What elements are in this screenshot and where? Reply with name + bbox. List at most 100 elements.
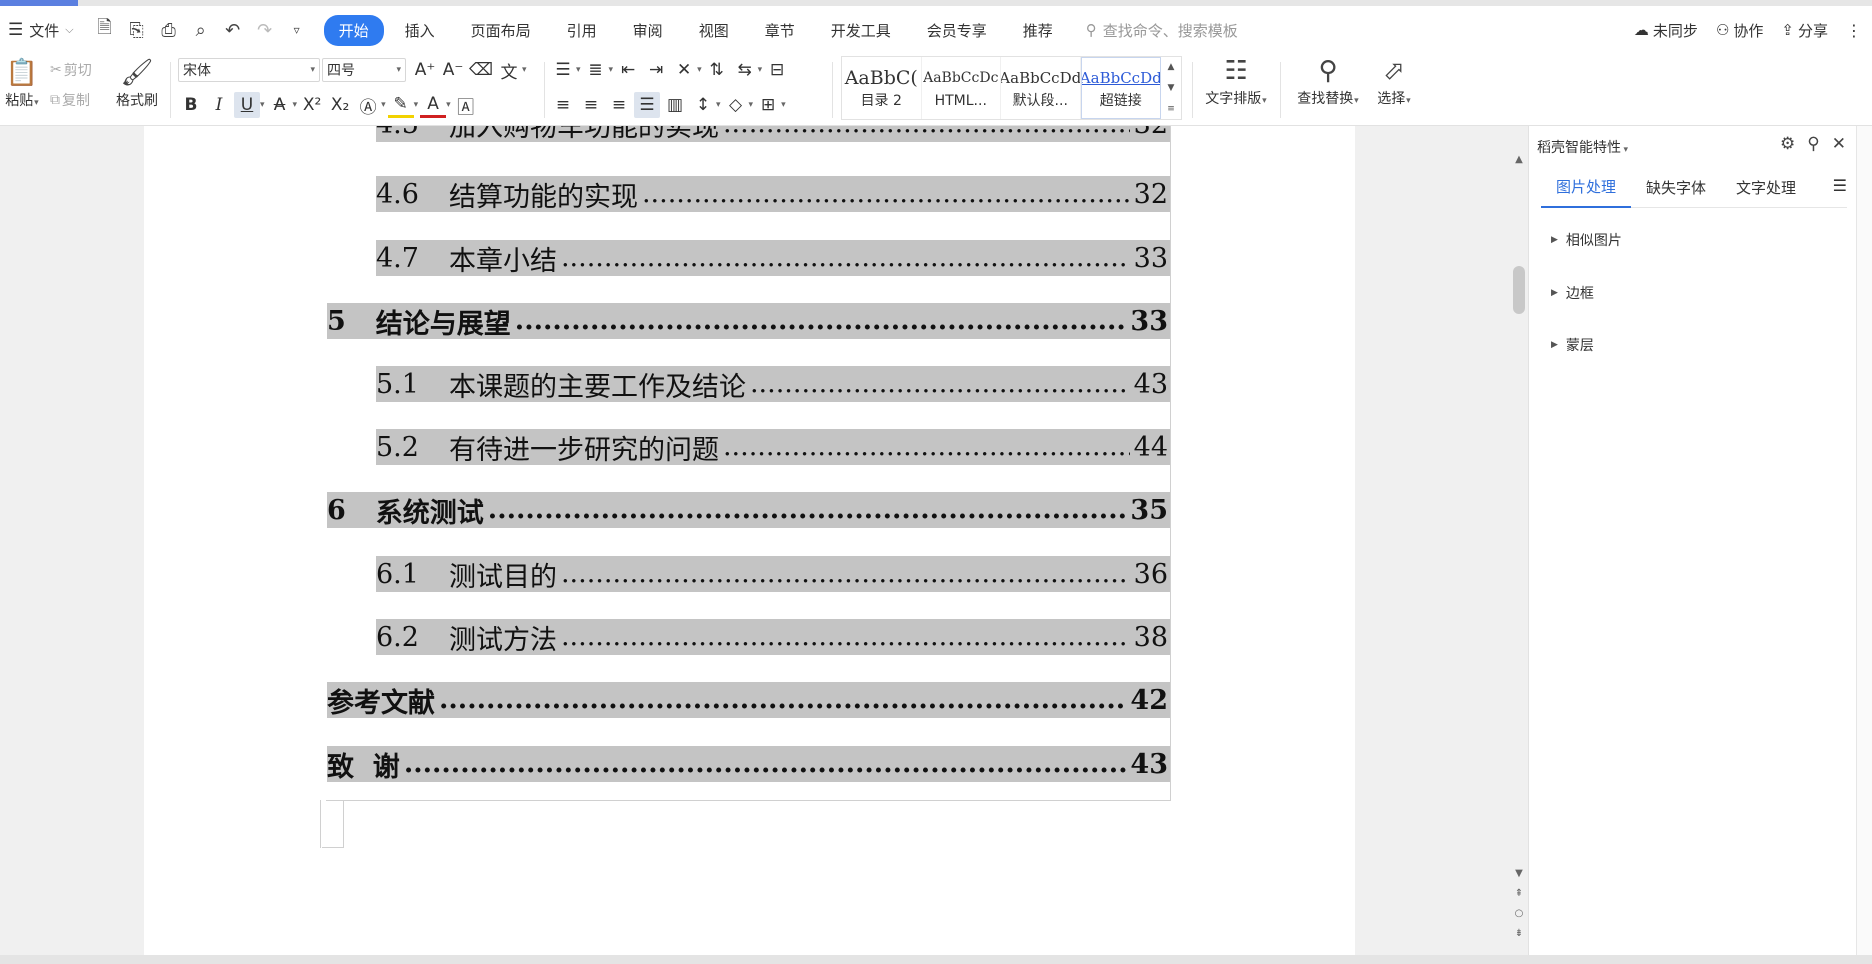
- bold-icon[interactable]: B: [178, 92, 204, 118]
- justify-icon[interactable]: ☰: [634, 92, 660, 118]
- tab-member[interactable]: 会员专享: [912, 15, 1002, 46]
- style-default-paragraph[interactable]: AaBbCcDd 默认段...: [1001, 57, 1081, 119]
- show-marks-icon[interactable]: ⇆: [732, 57, 758, 83]
- align-right-icon[interactable]: ≡: [606, 92, 632, 118]
- tab-recommend[interactable]: 推荐: [1008, 15, 1068, 46]
- collaborate-button[interactable]: ⚇ 协作: [1716, 20, 1763, 41]
- tab-developer[interactable]: 开发工具: [816, 15, 906, 46]
- save-icon[interactable]: 🗎: [94, 15, 116, 45]
- sync-button[interactable]: ☁ 未同步: [1634, 20, 1698, 41]
- print-icon[interactable]: ⎙: [158, 20, 180, 41]
- distributed-icon[interactable]: ▥: [662, 92, 688, 118]
- panel-tab-image[interactable]: 图片处理: [1541, 168, 1632, 208]
- toc-entry[interactable]: 4.7 本章小结 33: [376, 240, 1170, 277]
- paste-button[interactable]: 📋 粘贴 ▾: [2, 58, 42, 110]
- copy-button[interactable]: ⧉ 复制: [50, 90, 90, 110]
- superscript-icon[interactable]: X²: [299, 92, 325, 118]
- format-painter-button[interactable]: 🖌 格式刷: [112, 58, 162, 110]
- tab-review[interactable]: 审阅: [618, 15, 678, 46]
- style-gallery-scroll[interactable]: ▲ ▼ ≡: [1161, 57, 1181, 119]
- tab-stops-icon[interactable]: ⊟: [764, 57, 790, 83]
- share-button[interactable]: ⇪ 分享: [1781, 20, 1828, 41]
- chevron-down-icon[interactable]: ▼: [1168, 83, 1175, 93]
- undo-icon[interactable]: ↶: [222, 20, 244, 41]
- next-page-icon[interactable]: ⇟: [1510, 928, 1528, 939]
- strikethrough-icon[interactable]: A: [267, 92, 293, 118]
- tab-home[interactable]: 开始: [323, 14, 384, 46]
- text-layout-button[interactable]: ☷ 文字排版 ▾: [1198, 56, 1274, 108]
- toc-entry[interactable]: 6.1 测试目的 36: [376, 556, 1170, 593]
- highlight-icon[interactable]: ✎: [387, 92, 414, 118]
- panel-tab-text[interactable]: 文字处理: [1721, 168, 1811, 208]
- shrink-font-icon[interactable]: A⁻: [440, 57, 466, 83]
- tab-references[interactable]: 引用: [552, 15, 612, 46]
- font-color-icon[interactable]: A: [420, 92, 447, 118]
- panel-title-dropdown[interactable]: 稻壳智能特性 ▾: [1537, 137, 1628, 157]
- prev-page-icon[interactable]: ⇞: [1510, 888, 1528, 899]
- close-icon[interactable]: ✕: [1832, 134, 1846, 154]
- chevron-down-icon[interactable]: ▼: [1510, 868, 1528, 879]
- tab-page-layout[interactable]: 页面布局: [456, 15, 546, 46]
- toc-entry[interactable]: 5.2 有待进一步研究的问题 44: [376, 429, 1170, 466]
- toc-entry[interactable]: 6.2 测试方法 38: [376, 619, 1170, 656]
- file-menu[interactable]: ☰ 文件 ⌵: [0, 14, 84, 46]
- tab-section[interactable]: 章节: [750, 15, 810, 46]
- toc-entry[interactable]: 4.5 加入购物车功能的实现 32: [376, 126, 1170, 143]
- style-html[interactable]: AaBbCcDc HTML...: [922, 57, 1001, 119]
- panel-item-similar-images[interactable]: ▶ 相似图片: [1551, 230, 1622, 250]
- redo-icon[interactable]: ↷: [254, 20, 276, 41]
- bullet-list-icon[interactable]: ☰: [550, 57, 576, 83]
- expand-icon[interactable]: ≡: [1167, 104, 1175, 114]
- font-name-select[interactable]: 宋体 ▾: [178, 58, 320, 82]
- style-hyperlink[interactable]: AaBbCcDd 超链接: [1080, 57, 1161, 119]
- toc-entry[interactable]: 5.1 本课题的主要工作及结论 43: [376, 366, 1170, 403]
- subscript-icon[interactable]: X₂: [327, 92, 353, 118]
- cut-button[interactable]: ✂ 剪切: [50, 60, 92, 80]
- clear-format-icon[interactable]: ⌫: [468, 57, 494, 83]
- toc-entry[interactable]: 5 结论与展望 33: [327, 303, 1170, 340]
- document-page[interactable]: 4.5 加入购物车功能的实现 32 4.6 结算功能的实现 32 4.7 本章小…: [144, 126, 1355, 964]
- style-toc2[interactable]: AaBbC( 目录 2: [842, 57, 922, 119]
- find-replace-button[interactable]: ⚲ 查找替换 ▾: [1290, 56, 1366, 108]
- toc-entry[interactable]: 4.6 结算功能的实现 32: [376, 176, 1170, 213]
- chevron-up-icon[interactable]: ▲: [1168, 62, 1175, 72]
- print-preview-icon[interactable]: ⌕: [190, 20, 212, 41]
- panel-tab-missing-fonts[interactable]: 缺失字体: [1631, 168, 1721, 208]
- sort-icon[interactable]: ⇅: [704, 57, 730, 83]
- select-button[interactable]: ⬀ 选择 ▾: [1370, 56, 1418, 108]
- borders-icon[interactable]: ⊞: [755, 92, 781, 118]
- decrease-indent-icon[interactable]: ⇤: [615, 57, 641, 83]
- chevron-up-icon[interactable]: ▲: [1510, 154, 1528, 165]
- toc-entry[interactable]: 参考文献 42: [327, 682, 1170, 719]
- more-icon[interactable]: ⋮: [1846, 21, 1862, 40]
- pin-icon[interactable]: ⚲: [1807, 134, 1819, 154]
- underline-icon[interactable]: U: [234, 92, 260, 118]
- toc-entry[interactable]: 6 系统测试 35: [327, 492, 1170, 529]
- align-center-icon[interactable]: ≡: [578, 92, 604, 118]
- chinese-layout-icon[interactable]: ✕: [671, 57, 697, 83]
- numbered-list-icon[interactable]: ≣: [583, 57, 609, 83]
- toc-entry[interactable]: 致 谢 43: [327, 746, 1170, 783]
- tab-view[interactable]: 视图: [684, 15, 744, 46]
- command-search[interactable]: ⚲ 查找命令、搜索模板: [1086, 20, 1238, 41]
- tab-insert[interactable]: 插入: [390, 15, 450, 46]
- increase-indent-icon[interactable]: ⇥: [643, 57, 669, 83]
- line-spacing-icon[interactable]: ↕: [690, 92, 716, 118]
- font-size-select[interactable]: 四号 ▾: [322, 58, 406, 82]
- customize-toolbar-icon[interactable]: ▿: [286, 23, 308, 37]
- vertical-scrollbar[interactable]: ▲ ▼ ⇞ ○ ⇟: [1510, 126, 1528, 964]
- panel-item-mask[interactable]: ▶ 蒙层: [1551, 335, 1594, 355]
- text-effect-icon[interactable]: Ⓐ: [355, 92, 381, 118]
- browse-object-icon[interactable]: ○: [1510, 908, 1528, 919]
- export-icon[interactable]: ⎘: [126, 20, 148, 41]
- italic-icon[interactable]: I: [206, 92, 232, 118]
- align-left-icon[interactable]: ≡: [550, 92, 576, 118]
- grow-font-icon[interactable]: A⁺: [412, 57, 438, 83]
- gear-icon[interactable]: ⚙: [1780, 134, 1795, 154]
- shading-icon[interactable]: ◇: [723, 92, 749, 118]
- panel-item-border[interactable]: ▶ 边框: [1551, 283, 1594, 303]
- scroll-thumb[interactable]: [1513, 266, 1525, 314]
- menu-icon[interactable]: ☰: [1833, 176, 1847, 195]
- char-border-icon[interactable]: 🄰: [453, 92, 479, 118]
- phonetic-icon[interactable]: 文: [496, 57, 522, 83]
